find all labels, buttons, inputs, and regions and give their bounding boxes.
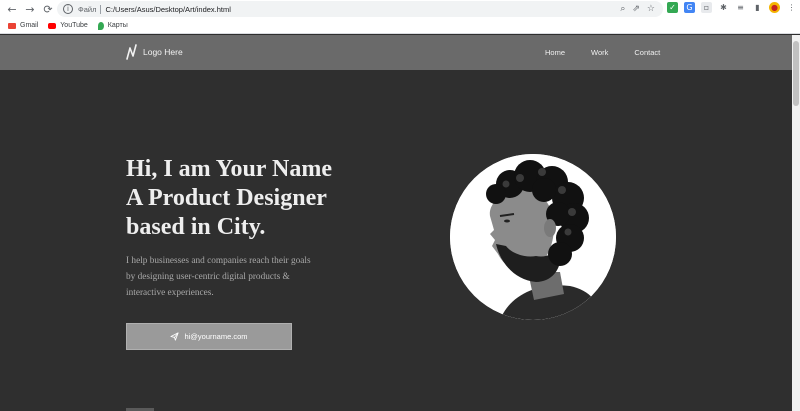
back-icon[interactable]: ← — [6, 3, 18, 16]
page-scrollbar[interactable] — [792, 35, 800, 411]
site-navbar: Logo Here Home Work Contact — [0, 35, 792, 70]
bookmark-youtube[interactable]: YouTube — [48, 22, 88, 29]
bookmark-label: Gmail — [20, 22, 39, 29]
main-menu: Home Work Contact — [545, 48, 660, 57]
forward-icon[interactable]: → — [24, 3, 36, 16]
bookmark-gmail[interactable]: Gmail — [8, 22, 38, 29]
bookmark-maps[interactable]: Карты — [97, 21, 128, 30]
search-icon[interactable]: ⌕ — [620, 3, 625, 15]
more-menu-icon[interactable]: ⋮ — [786, 2, 797, 13]
scrollbar-thumb[interactable] — [793, 41, 799, 106]
menu-item-home[interactable]: Home — [545, 48, 565, 57]
share-icon[interactable]: ⇗ — [632, 3, 640, 15]
hero-title-line: A Product Designer — [126, 185, 327, 211]
info-icon[interactable]: i — [63, 4, 73, 14]
logo-text: Logo Here — [143, 47, 183, 57]
maps-icon — [97, 21, 104, 30]
address-divider — [100, 4, 102, 14]
hero-title-line: Hi, I am Your Name — [126, 156, 332, 182]
shield-icon[interactable]: ✓ — [667, 2, 678, 13]
reload-icon[interactable]: ⟳ — [42, 3, 54, 16]
translate-icon[interactable]: G — [684, 2, 695, 13]
hero-description: I help businesses and companies reach th… — [126, 256, 311, 298]
gmail-icon — [8, 22, 16, 29]
menu-item-work[interactable]: Work — [591, 48, 608, 57]
email-button-label: hi@yourname.com — [184, 332, 248, 341]
site-logo[interactable]: Logo Here — [126, 44, 183, 60]
menu-item-contact[interactable]: Contact — [634, 48, 660, 57]
extension-icons: ✓ G ▫ ✱ ≡ ▮ ● ⋮ — [667, 2, 797, 13]
email-button[interactable]: hi@yourname.com — [126, 323, 292, 350]
hero-title: Hi, I am Your Name A Product Designer ba… — [126, 155, 416, 242]
star-icon[interactable]: ☆ — [647, 3, 655, 15]
send-icon — [170, 332, 180, 341]
portrait-image — [450, 154, 616, 320]
youtube-icon — [48, 22, 57, 29]
address-bar[interactable]: i Файл C:/Users/Asus/Desktop/Art/index.h… — [57, 1, 663, 17]
extension-icon[interactable]: ▫ — [701, 2, 712, 13]
profile-portrait — [450, 154, 616, 320]
bookmark-label: YouTube — [60, 22, 88, 29]
page-viewport: Logo Here Home Work Contact Hi, I am You… — [0, 35, 792, 411]
puzzle-icon[interactable]: ✱ — [718, 2, 729, 13]
scheme-label: Файл — [78, 4, 97, 14]
address-url[interactable]: C:/Users/Asus/Desktop/Art/index.html — [105, 5, 230, 14]
bookmark-label: Карты — [107, 22, 128, 29]
address-actions: ⌕ ⇗ ☆ — [620, 3, 655, 15]
profile-avatar-icon[interactable]: ● — [769, 2, 780, 13]
bookmarks-bar: Gmail YouTube Карты — [0, 18, 800, 34]
logo-icon — [126, 44, 137, 60]
side-panel-icon[interactable]: ▮ — [752, 2, 763, 13]
hero-title-line: based in City. — [126, 214, 266, 240]
browser-toolbar: ← → ⟳ i Файл C:/Users/Asus/Desktop/Art/i… — [0, 0, 800, 18]
reading-list-icon[interactable]: ≡ — [735, 2, 746, 13]
